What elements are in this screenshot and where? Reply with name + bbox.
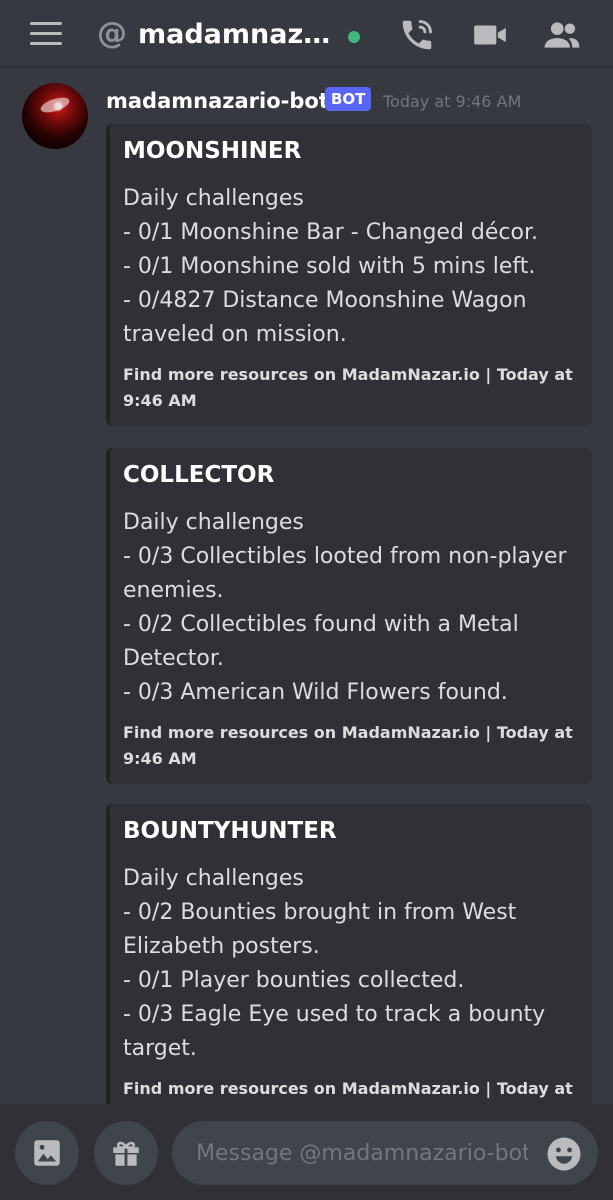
embed-title: BOUNTYHUNTER (123, 818, 337, 844)
embed-collector: COLLECTOR Daily challenges - 0/3 Collect… (106, 448, 592, 784)
embed-line: - 0/3 Eagle Eye used to track a bounty t… (123, 1002, 546, 1061)
message-input[interactable] (172, 1121, 598, 1185)
bot-tag: BOT (325, 87, 372, 111)
embed-line: Daily challenges (123, 186, 304, 211)
embed-line: - 0/3 American Wild Flowers found. (123, 680, 508, 705)
embed-footer: Find more resources on MadamNazar.io | T… (123, 365, 573, 410)
message-timestamp: Today at 9:46 AM (383, 92, 522, 111)
embed-description: Daily challenges - 0/3 Collectibles loot… (123, 506, 576, 710)
composer-bar (0, 1104, 613, 1200)
embed-footer: Find more resources on MadamNazar.io | T… (123, 723, 573, 768)
call-icon[interactable] (398, 16, 436, 54)
channel-title[interactable]: madamnazari... (138, 18, 338, 52)
embed-description: Daily challenges - 0/1 Moonshine Bar - C… (123, 182, 576, 352)
image-icon (34, 1140, 60, 1166)
embed-line: - 0/1 Player bounties collected. (123, 968, 465, 993)
gift-button[interactable] (94, 1121, 158, 1185)
author-name[interactable]: madamnazario-bot (106, 86, 329, 116)
at-icon: @ (97, 16, 127, 51)
embed-footer: Find more resources on MadamNazar.io | T… (123, 1079, 573, 1098)
embed-line: Daily challenges (123, 510, 304, 535)
embed-line: - 0/3 Collectibles looted from non-playe… (123, 544, 567, 603)
embed-line: Daily challenges (123, 866, 304, 891)
embed-line: - 0/1 Moonshine sold with 5 mins left. (123, 254, 536, 279)
video-icon[interactable] (470, 16, 510, 54)
embed-line: - 0/2 Collectibles found with a Metal De… (123, 612, 519, 671)
gallery-button[interactable] (15, 1121, 79, 1185)
embed-bountyhunter: BOUNTYHUNTER Daily challenges - 0/2 Boun… (106, 804, 592, 1104)
online-status-dot (348, 31, 360, 43)
message-list[interactable]: madamnazario-bot BOT Today at 9:46 AM MO… (0, 68, 613, 1104)
embed-title: MOONSHINER (123, 138, 302, 164)
embed-moonshiner: MOONSHINER Daily challenges - 0/1 Moonsh… (106, 124, 592, 426)
embed-title: COLLECTOR (123, 462, 275, 488)
channel-header: @ madamnazari... (0, 0, 613, 68)
embed-line: - 0/4827 Distance Moonshine Wagon travel… (123, 288, 527, 347)
members-icon[interactable] (542, 16, 582, 54)
embed-description: Daily challenges - 0/2 Bounties brought … (123, 862, 576, 1066)
menu-icon[interactable] (30, 22, 64, 46)
gift-icon (113, 1141, 139, 1166)
bot-avatar[interactable] (22, 83, 88, 149)
embed-line: - 0/1 Moonshine Bar - Changed décor. (123, 220, 538, 245)
embed-line: - 0/2 Bounties brought in from West Eliz… (123, 900, 517, 959)
emoji-icon[interactable] (546, 1136, 582, 1172)
